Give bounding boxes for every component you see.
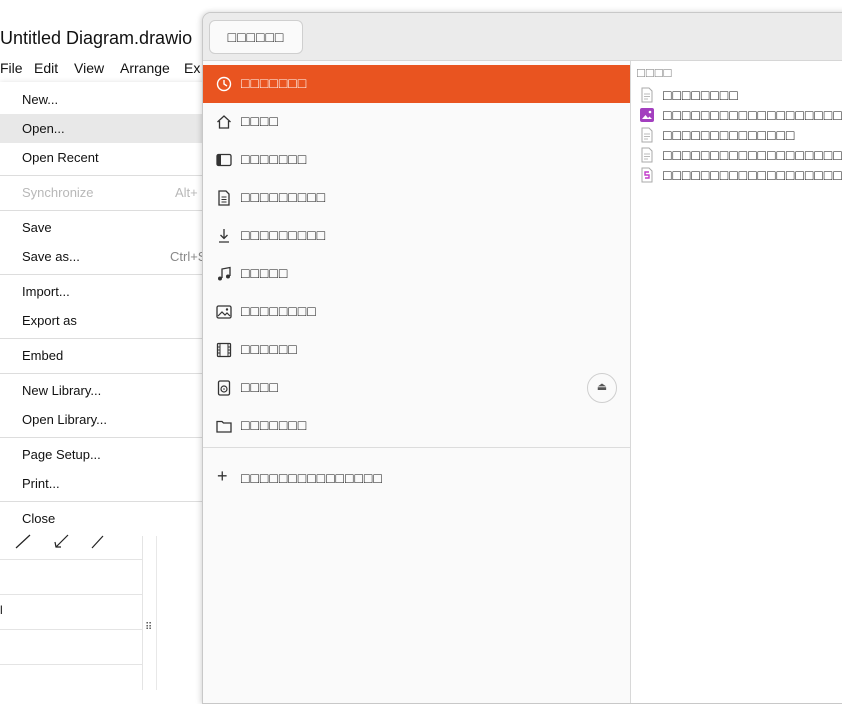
- panel-label: l: [0, 603, 3, 617]
- place-other-folder[interactable]: □□□□□□□: [203, 407, 630, 445]
- plus-icon: +: [217, 466, 228, 486]
- menu-item-open[interactable]: Open...: [0, 114, 210, 143]
- arrow-shape: [55, 534, 69, 548]
- file-menu-dropdown: New... Open... Open Recent Synchronize Al…: [0, 82, 210, 536]
- menu-item-synchronize: Synchronize Alt+: [22, 185, 198, 200]
- place-label: □□□□□□□: [241, 417, 308, 433]
- panel-divider: [0, 559, 142, 560]
- menu-item-open-recent[interactable]: Open Recent: [0, 143, 210, 172]
- file-name: □□□□□□□□□□□□□□□□□□□□□: [663, 167, 842, 183]
- canvas-border: [156, 536, 157, 690]
- menu-item-new-library[interactable]: New Library...: [0, 376, 210, 405]
- place-label: □□□□□□□: [241, 75, 308, 91]
- menu-item-close[interactable]: Close: [0, 504, 210, 533]
- file-row[interactable]: □□□□□□□□□□□□□□: [631, 125, 842, 145]
- line-shape: [91, 535, 104, 549]
- place-desktop[interactable]: □□□□□□□: [203, 141, 630, 179]
- place-videos[interactable]: □□□□□□: [203, 331, 630, 369]
- menu-separator: [0, 210, 210, 211]
- text-file-icon: [641, 87, 653, 103]
- shapes-panel: l ⠿: [0, 534, 202, 690]
- panel-divider: [0, 594, 142, 595]
- file-name: □□□□□□□□□□□□□□□□□□□□□: [663, 147, 842, 163]
- recent-icon: [216, 76, 232, 92]
- menu-item-save-as[interactable]: Save as... Ctrl+S: [0, 242, 210, 271]
- drive-icon: [217, 380, 231, 396]
- line-shape: [15, 534, 31, 549]
- menu-separator: [0, 338, 210, 339]
- file-row[interactable]: □□□□□□□□□□□□□□□□□□□□□: [631, 105, 842, 125]
- menu-view[interactable]: View: [74, 60, 104, 76]
- place-downloads[interactable]: □□□□□□□□□: [203, 217, 630, 255]
- text-file-icon: [641, 147, 653, 163]
- places-sidebar: □□□□□□□ □□□□ □□□□□□□ □□□□□□□□□ □□□□□□□□□…: [203, 61, 631, 703]
- menu-item-embed[interactable]: Embed: [0, 341, 210, 370]
- place-label: □□□□□: [241, 265, 289, 281]
- file-row[interactable]: □□□□□□□□□□□□□□□□□□□□□: [631, 145, 842, 165]
- menu-item-new[interactable]: New...: [0, 85, 210, 114]
- menu-item-import[interactable]: Import...: [0, 277, 210, 306]
- menu-separator: [0, 274, 210, 275]
- place-label: □□□□□□: [241, 341, 298, 357]
- picture-icon: [216, 305, 232, 319]
- sidebar-separator: [203, 447, 630, 448]
- diagram-file-icon: [641, 167, 653, 183]
- menu-separator: [0, 373, 210, 374]
- home-icon: [217, 115, 231, 129]
- menu-file[interactable]: File: [0, 60, 23, 76]
- place-music[interactable]: □□□□□: [203, 255, 630, 293]
- panel-divider: [0, 664, 142, 665]
- add-location-label: □□□□□□□□□□□□□□□: [241, 470, 383, 486]
- menu-separator: [0, 501, 210, 502]
- file-chooser-dialog: □□□□□□ □□□□□□□ □□□□ □□□□□□□ □□□□□□□□□ □□…: [202, 12, 842, 704]
- menu-arrange[interactable]: Arrange: [120, 60, 170, 76]
- menu-item-export-as[interactable]: Export as: [0, 306, 210, 335]
- image-file-icon: [640, 108, 654, 122]
- resize-handle[interactable]: ⠿: [145, 622, 152, 633]
- place-label: □□□□□□□: [241, 151, 308, 167]
- panel-border: [142, 536, 143, 690]
- document-icon: [218, 190, 230, 206]
- eject-button[interactable]: ⏏: [587, 373, 617, 403]
- file-name: □□□□□□□□□□□□□□□□□□□□□: [663, 107, 842, 123]
- panel-divider: [0, 629, 142, 630]
- music-icon: [218, 266, 231, 281]
- place-drive[interactable]: □□□□ ⏏: [203, 369, 630, 407]
- menu-separator: [0, 437, 210, 438]
- menu-extras[interactable]: Ex: [184, 60, 200, 76]
- place-pictures[interactable]: □□□□□□□□: [203, 293, 630, 331]
- file-list: □□□□ □□□□□□□□ □□□□□□□□□□□□□□□□□□□□□ □□□□…: [631, 61, 842, 703]
- folder-icon: [216, 420, 232, 433]
- place-label: □□□□□□□□□: [241, 227, 327, 243]
- window-title: Untitled Diagram.drawio: [0, 28, 193, 48]
- menu-item-print[interactable]: Print...: [0, 469, 210, 498]
- menu-item-page-setup[interactable]: Page Setup...: [0, 440, 210, 469]
- place-label: □□□□□□□□: [241, 303, 317, 319]
- place-recent[interactable]: □□□□□□□: [203, 65, 630, 103]
- menu-separator: [0, 175, 210, 176]
- menu-item-open-library[interactable]: Open Library...: [0, 405, 210, 434]
- video-icon: [216, 342, 232, 358]
- menu-edit[interactable]: Edit: [34, 60, 58, 76]
- download-icon: [219, 229, 229, 243]
- place-label: □□□□: [241, 379, 279, 395]
- dialog-header: □□□□□□: [203, 13, 842, 61]
- text-file-icon: [641, 127, 653, 143]
- place-label: □□□□□□□□□: [241, 189, 327, 205]
- file-name: □□□□□□□□□□□□□□: [663, 127, 796, 143]
- menu-item-save[interactable]: Save: [0, 213, 210, 242]
- file-row[interactable]: □□□□□□□□: [631, 85, 842, 105]
- desktop-icon: [216, 153, 232, 167]
- file-row[interactable]: □□□□□□□□□□□□□□□□□□□□□: [631, 165, 842, 185]
- place-label: □□□□: [241, 113, 279, 129]
- place-home[interactable]: □□□□: [203, 103, 630, 141]
- add-location-button[interactable]: + □□□□□□□□□□□□□□□: [203, 461, 630, 497]
- line-shapes: [15, 534, 104, 549]
- column-header-name[interactable]: □□□□: [637, 65, 672, 80]
- header-button[interactable]: □□□□□□: [209, 20, 303, 54]
- file-name: □□□□□□□□: [663, 87, 739, 103]
- place-documents[interactable]: □□□□□□□□□: [203, 179, 630, 217]
